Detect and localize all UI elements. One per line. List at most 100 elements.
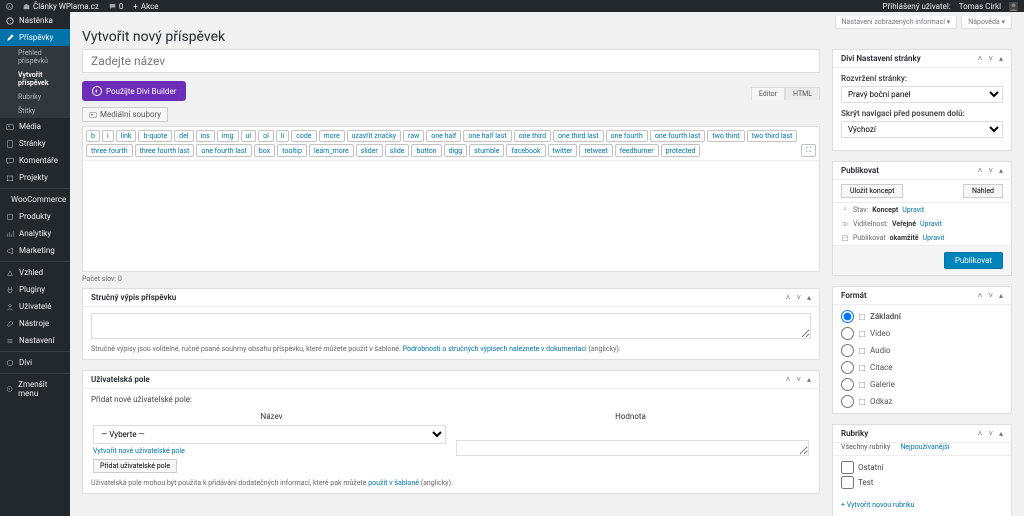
- toggle-icon[interactable]: ▴: [999, 54, 1003, 63]
- move-up-icon[interactable]: ˄: [978, 54, 983, 63]
- save-draft-button[interactable]: Uložit koncept: [841, 184, 903, 198]
- publish-button[interactable]: Publikovat: [944, 252, 1003, 269]
- menu-woocommerce[interactable]: WooCommerce: [0, 191, 70, 208]
- quicktag-stumble[interactable]: stumble: [469, 144, 504, 157]
- menu-marketing[interactable]: Marketing: [0, 242, 70, 259]
- user-account[interactable]: Přihlášený uživatel: Tomas Cirkl: [883, 2, 1018, 11]
- cf-name-select[interactable]: — Vyberte —: [93, 425, 446, 444]
- menu-comments[interactable]: Komentáře: [0, 152, 70, 169]
- menu-plugins[interactable]: Pluginy: [0, 281, 70, 298]
- help-button[interactable]: Nápověda ▾: [961, 16, 1012, 29]
- quicktag-b-quote[interactable]: b-quote: [138, 130, 172, 142]
- quicktag-ul[interactable]: ul: [241, 130, 257, 142]
- submenu-categories[interactable]: Rubriky: [0, 90, 70, 104]
- menu-dashboard[interactable]: Nástěnka: [0, 12, 70, 29]
- quicktag-feedburner[interactable]: feedburner: [615, 144, 659, 157]
- layout-select[interactable]: Pravý boční panel: [841, 86, 1003, 103]
- menu-posts[interactable]: Příspěvky: [0, 29, 70, 46]
- quicktag-code[interactable]: code: [291, 130, 316, 142]
- cf-value-input[interactable]: [456, 440, 809, 456]
- screen-options-button[interactable]: Nastavení zobrazených informací ▾: [835, 16, 958, 29]
- fullscreen-icon[interactable]: ⛶: [801, 144, 816, 157]
- menu-users[interactable]: Uživatelé: [0, 298, 70, 315]
- quicktag-b[interactable]: b: [86, 130, 100, 142]
- menu-appearance[interactable]: Vzhled: [0, 264, 70, 281]
- submenu-new-post[interactable]: Vytvořit příspěvek: [0, 68, 70, 90]
- add-category-link[interactable]: + Vytvořit novou rubriku: [841, 501, 915, 509]
- quicktag-learn_more[interactable]: learn_more: [309, 144, 354, 157]
- toggle-icon[interactable]: ▴: [807, 293, 811, 302]
- move-up-icon[interactable]: ˄: [786, 375, 791, 384]
- quicktag-one-half[interactable]: one half: [426, 130, 461, 142]
- edit-date-link[interactable]: Upravit: [923, 234, 945, 242]
- quicktag-link[interactable]: link: [116, 130, 137, 142]
- cf-add-button[interactable]: Přidat uživatelské pole: [93, 459, 177, 473]
- move-up-icon[interactable]: ˄: [978, 166, 983, 175]
- new-content[interactable]: + Akce: [133, 2, 158, 11]
- text-tab[interactable]: HTML: [785, 87, 820, 100]
- format-option-5[interactable]: Odkaz: [833, 393, 1011, 410]
- nav-select[interactable]: Výchozí: [841, 121, 1003, 138]
- quicktag-three-fourth-last[interactable]: three fourth last: [135, 144, 195, 157]
- move-up-icon[interactable]: ˄: [786, 293, 791, 302]
- quicktag-two-third[interactable]: two third: [707, 130, 744, 142]
- quicktag-one-fourth-last[interactable]: one fourth last: [650, 130, 705, 142]
- format-option-4[interactable]: Galerie: [833, 376, 1011, 393]
- cat-tab-all[interactable]: Všechny rubriky: [841, 443, 890, 451]
- quicktag-three-fourth[interactable]: three fourth: [86, 144, 133, 157]
- quicktag-digg[interactable]: digg: [444, 144, 468, 157]
- quicktag-uzavřít-značky[interactable]: uzavřít značky: [347, 130, 401, 142]
- post-title-input[interactable]: [82, 49, 820, 73]
- category-item-0[interactable]: Ostatní: [841, 460, 1003, 475]
- move-down-icon[interactable]: ˅: [988, 291, 993, 300]
- wp-logo[interactable]: [6, 3, 13, 10]
- quicktag-one-third-last[interactable]: one third last: [553, 130, 604, 142]
- quicktag-box[interactable]: box: [254, 144, 275, 157]
- menu-media[interactable]: Média: [0, 118, 70, 135]
- submenu-all-posts[interactable]: Přehled příspěvků: [0, 46, 70, 68]
- quicktag-protected[interactable]: protected: [661, 144, 701, 157]
- divi-builder-button[interactable]: ◐Použijte Divi Builder: [82, 81, 186, 101]
- format-option-3[interactable]: Citace: [833, 359, 1011, 376]
- move-up-icon[interactable]: ˄: [978, 429, 983, 438]
- move-down-icon[interactable]: ˅: [988, 166, 993, 175]
- move-down-icon[interactable]: ˅: [796, 375, 801, 384]
- visual-tab[interactable]: Editor: [751, 87, 785, 100]
- format-option-1[interactable]: Video: [833, 325, 1011, 342]
- quicktag-li[interactable]: li: [276, 130, 289, 142]
- cf-doc-link[interactable]: použít v šabloně: [368, 479, 419, 487]
- menu-settings[interactable]: Nastavení: [0, 332, 70, 349]
- excerpt-textarea[interactable]: [91, 313, 811, 339]
- quicktag-one-third[interactable]: one third: [514, 130, 551, 142]
- quicktag-button[interactable]: button: [411, 144, 441, 157]
- format-option-0[interactable]: Základní: [833, 308, 1011, 325]
- menu-projects[interactable]: Projekty: [0, 169, 70, 186]
- submenu-tags[interactable]: Štítky: [0, 104, 70, 118]
- toggle-icon[interactable]: ▴: [999, 291, 1003, 300]
- edit-visibility-link[interactable]: Upravit: [920, 220, 942, 228]
- content-editor[interactable]: [83, 161, 819, 271]
- move-down-icon[interactable]: ˅: [988, 54, 993, 63]
- quicktag-slide[interactable]: slide: [385, 144, 410, 157]
- edit-status-link[interactable]: Upravit: [902, 206, 924, 214]
- menu-pages[interactable]: Stránky: [0, 135, 70, 152]
- menu-divi[interactable]: Divi: [0, 354, 70, 371]
- site-name[interactable]: Články WPlama.cz: [23, 2, 99, 11]
- quicktag-one-fourth[interactable]: one fourth: [606, 130, 648, 142]
- preview-button[interactable]: Náhled: [963, 184, 1003, 198]
- cf-new-link[interactable]: Vytvořit nové uživatelské pole: [93, 447, 185, 455]
- quicktag-i[interactable]: i: [102, 130, 114, 142]
- move-down-icon[interactable]: ˅: [988, 429, 993, 438]
- quicktag-retweet[interactable]: retweet: [579, 144, 612, 157]
- quicktag-more[interactable]: more: [319, 130, 345, 142]
- cat-tab-popular[interactable]: Nejpoužívanější: [900, 443, 949, 451]
- menu-analytics[interactable]: Analytiky: [0, 225, 70, 242]
- format-option-2[interactable]: Audio: [833, 342, 1011, 359]
- toggle-icon[interactable]: ▴: [999, 429, 1003, 438]
- menu-tools[interactable]: Nástroje: [0, 315, 70, 332]
- quicktag-ol[interactable]: ol: [258, 130, 274, 142]
- toggle-icon[interactable]: ▴: [807, 375, 811, 384]
- category-item-1[interactable]: Test: [841, 475, 1003, 490]
- menu-products[interactable]: Produkty: [0, 208, 70, 225]
- quicktag-facebook[interactable]: facebook: [506, 144, 545, 157]
